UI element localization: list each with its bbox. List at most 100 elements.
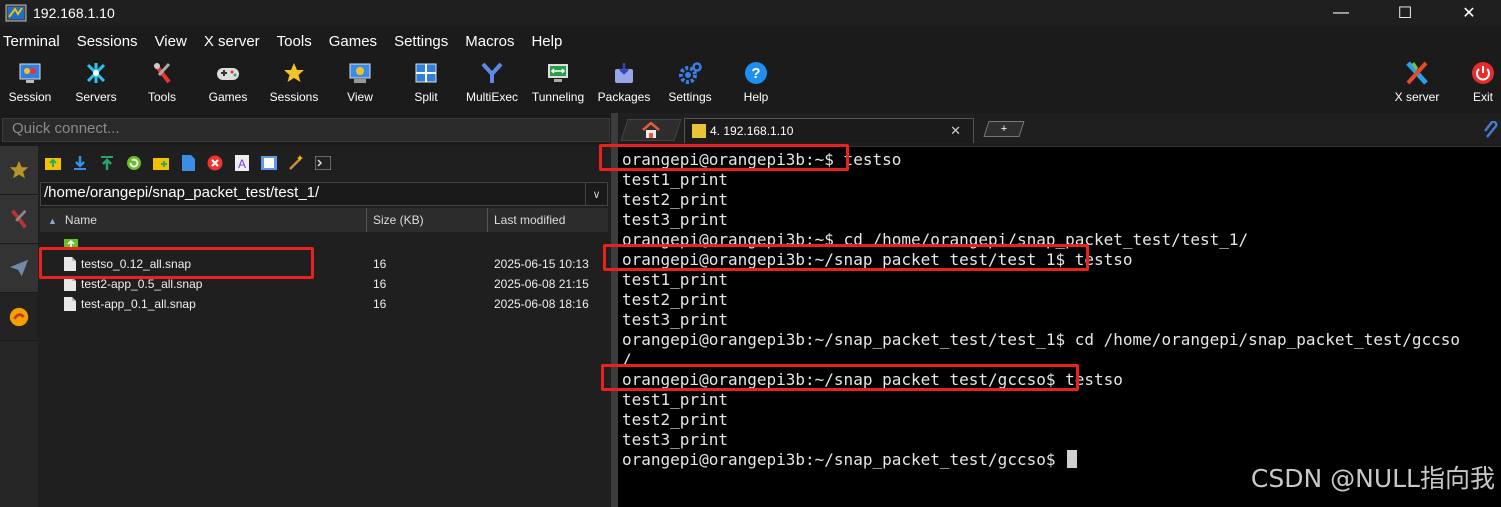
download-button[interactable] [71, 154, 89, 172]
tools-icon [153, 62, 171, 84]
toolbar: Session Servers Tools Games Sessions Vie… [0, 58, 1501, 110]
menu-sessions[interactable]: Sessions [74, 31, 152, 55]
menu-games[interactable]: Games [326, 31, 391, 55]
menu-terminal[interactable]: Terminal [0, 31, 74, 55]
upload-icon [101, 156, 113, 170]
sort-ascending-icon: ▲ [48, 216, 57, 226]
file-row[interactable]: test-app_0.1_all.snap 16 2025-06-08 18:1… [40, 294, 608, 314]
session-tab-bar: 4. 192.168.1.10 ✕ + [618, 113, 1501, 145]
terminal-here-button[interactable] [314, 154, 332, 172]
home-tab[interactable] [620, 119, 682, 141]
highlight-box [603, 244, 1089, 271]
remote-path-input[interactable]: /home/orangepi/snap_packet_test/test_1/ … [40, 182, 608, 206]
menu-help[interactable]: Help [528, 31, 576, 55]
delete-button[interactable] [206, 154, 224, 172]
paperclip-icon[interactable] [1483, 121, 1499, 139]
name-column-header[interactable]: ▲ Name [40, 208, 367, 232]
tools-side-tab[interactable] [0, 195, 38, 244]
split-button[interactable]: Split [393, 58, 459, 108]
tunneling-button[interactable]: Tunneling [525, 58, 591, 108]
magic-button[interactable] [287, 154, 305, 172]
delete-icon [207, 155, 223, 171]
packages-button[interactable]: Packages [591, 58, 657, 108]
panel-splitter[interactable] [611, 113, 618, 507]
new-file-icon [181, 155, 195, 171]
open-file-button[interactable] [260, 154, 278, 172]
window-title: 192.168.1.10 [33, 5, 115, 21]
terminal-prompt-line: orangepi@orangepi3b:~/snap_packet_test/g… [622, 450, 1078, 470]
terminal-line: test3_print [622, 310, 728, 329]
new-tab-button[interactable]: + [983, 121, 1025, 137]
tunneling-icon [548, 64, 568, 82]
sftp-side-tab[interactable] [0, 293, 38, 341]
file-size: 16 [373, 277, 387, 291]
modified-column-header[interactable]: Last modified [488, 208, 608, 232]
file-modified: 2025-06-15 10:13 [494, 257, 589, 271]
quick-connect-input[interactable]: Quick connect... [2, 118, 610, 142]
terminal-line: test1_print [622, 170, 728, 189]
terminal-output[interactable]: orangepi@orangepi3b:~$ testso test1_prin… [599, 144, 1501, 507]
macros-side-tab[interactable] [0, 244, 38, 293]
file-name: test-app_0.1_all.snap [81, 297, 196, 311]
view-button[interactable]: View [327, 58, 393, 108]
terminal-line: test3_print [622, 210, 728, 229]
file-icon [64, 277, 76, 291]
terminal-line: test1_print [622, 270, 728, 289]
tools-icon [11, 209, 27, 229]
file-modified: 2025-06-08 18:16 [494, 297, 589, 311]
mobaxterm-window: 192.168.1.10 — ☐ ✕ Terminal Sessions Vie… [0, 0, 1501, 507]
exit-button[interactable]: Exit [1450, 58, 1501, 108]
session-tab[interactable]: 4. 192.168.1.10 ✕ [684, 118, 974, 143]
close-tab-icon[interactable]: ✕ [950, 123, 961, 139]
multiexec-button[interactable]: MultiExec [459, 58, 525, 108]
highlight-box [601, 364, 1079, 391]
view-icon [349, 63, 371, 83]
parent-folder-button[interactable] [44, 154, 62, 172]
refresh-icon [127, 156, 141, 170]
x-server-icon [1406, 61, 1428, 85]
svg-text:A: A [238, 157, 246, 171]
terminal-icon [315, 156, 331, 170]
home-icon [642, 122, 660, 138]
menu-macros[interactable]: Macros [462, 31, 528, 55]
games-button[interactable]: Games [195, 58, 261, 108]
refresh-button[interactable] [125, 154, 143, 172]
menu-x-server[interactable]: X server [201, 31, 274, 55]
tools-button[interactable]: Tools [129, 58, 195, 108]
menu-view[interactable]: View [152, 31, 201, 55]
size-column-header[interactable]: Size (KB) [367, 208, 488, 232]
menu-tools[interactable]: Tools [274, 31, 326, 55]
title-bar: 192.168.1.10 — ☐ ✕ [0, 0, 1501, 26]
highlight-box [39, 247, 314, 279]
rename-button[interactable]: A [233, 154, 251, 172]
terminal-line: test2_print [622, 410, 728, 429]
new-folder-button[interactable] [152, 154, 170, 172]
app-icon [5, 4, 27, 22]
path-dropdown-button[interactable]: ∨ [585, 183, 607, 205]
help-button[interactable]: ? Help [723, 58, 789, 108]
minimize-button[interactable]: — [1309, 0, 1373, 26]
help-icon: ? [745, 62, 767, 84]
folder-up-icon [45, 158, 61, 170]
upload-button[interactable] [98, 154, 116, 172]
close-window-button[interactable]: ✕ [1437, 0, 1501, 26]
highlight-box [599, 144, 849, 171]
multiexec-icon [481, 62, 503, 83]
servers-button[interactable]: Servers [63, 58, 129, 108]
file-size: 16 [373, 257, 387, 271]
new-file-button[interactable] [179, 154, 197, 172]
session-button[interactable]: Session [0, 58, 63, 108]
settings-button[interactable]: Settings [657, 58, 723, 108]
menu-settings[interactable]: Settings [391, 31, 462, 55]
chevron-down-icon: ∨ [592, 188, 601, 201]
maximize-button[interactable]: ☐ [1373, 0, 1437, 26]
sftp-toolbar: A [44, 154, 332, 174]
xserver-button[interactable]: X server [1384, 58, 1450, 108]
games-icon [217, 68, 239, 80]
sessions-button[interactable]: Sessions [261, 58, 327, 108]
plus-icon: + [1000, 123, 1008, 135]
file-modified: 2025-06-08 21:15 [494, 277, 589, 291]
sessions-side-tab[interactable] [0, 146, 38, 195]
side-tab-strip [0, 146, 38, 507]
split-icon [415, 63, 437, 83]
